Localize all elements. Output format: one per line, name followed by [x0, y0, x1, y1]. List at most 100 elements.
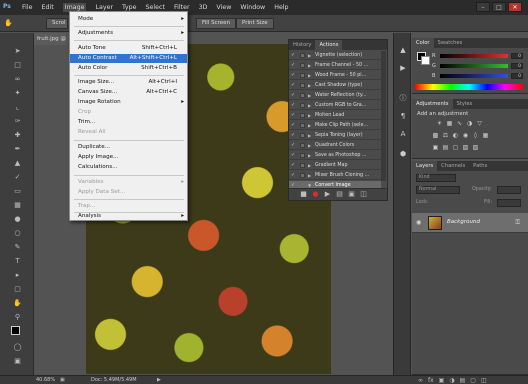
brush-tool-icon[interactable]: ✒	[13, 145, 22, 154]
expand-arrow-icon[interactable]: ▶	[308, 71, 311, 80]
healing-brush-tool-icon[interactable]: ✚	[13, 131, 22, 140]
character-panel-icon[interactable]: A	[398, 129, 408, 139]
dialog-toggle-icon[interactable]	[300, 113, 305, 118]
brush-panel-icon[interactable]: ▲	[398, 45, 408, 55]
tab-swatches[interactable]: Swatches	[434, 38, 467, 48]
action-row[interactable]: ✓ ▶ Vignette (selection)	[289, 51, 381, 60]
stop-icon[interactable]: ■	[299, 190, 308, 199]
new-group-icon[interactable]: ▤	[460, 376, 466, 384]
layer-style-icon[interactable]: fx	[428, 376, 434, 384]
dialog-toggle-icon[interactable]	[300, 93, 305, 98]
red-slider[interactable]	[440, 54, 508, 58]
expand-arrow-icon[interactable]: ▶	[308, 111, 311, 120]
checkmark-icon[interactable]: ✓	[291, 141, 297, 150]
expand-arrow-icon[interactable]: ▶	[308, 101, 311, 110]
tab-styles[interactable]: Styles	[453, 99, 477, 109]
lasso-tool-icon[interactable]: ∞	[13, 75, 22, 84]
tab-adjustments[interactable]: Adjustments	[412, 99, 453, 109]
levels-icon[interactable]: ▦	[446, 121, 453, 127]
paragraph-panel-icon[interactable]: ¶	[398, 111, 408, 121]
action-row[interactable]: ✓ ▶ Frame Channel - 50 ...	[289, 61, 381, 70]
move-tool-icon[interactable]: ➤	[13, 47, 22, 56]
green-slider[interactable]	[440, 64, 508, 68]
background-color-chip[interactable]	[421, 56, 430, 65]
pen-tool-icon[interactable]: ✎	[13, 243, 22, 252]
action-row[interactable]: ✓ ▶ Make Clip Path (sele...	[289, 121, 381, 130]
dialog-toggle-icon[interactable]	[300, 173, 305, 178]
checkmark-icon[interactable]: ✓	[291, 151, 297, 160]
actions-panel-icon[interactable]: ▶	[398, 63, 408, 73]
blur-tool-icon[interactable]: ●	[13, 215, 22, 224]
quick-select-tool-icon[interactable]: ✦	[13, 89, 22, 98]
action-row[interactable]: ✓ ▶ Custom RGB to Gra...	[289, 101, 381, 110]
dialog-toggle-icon[interactable]	[300, 53, 305, 58]
gradient-tool-icon[interactable]: ▦	[13, 201, 22, 210]
foreground-color-swatch[interactable]	[11, 326, 20, 335]
menu-item-auto-tone[interactable]: Auto Tone Shift+Ctrl+L	[70, 44, 187, 53]
delete-layer-icon[interactable]: ◫	[481, 376, 487, 384]
menu-edit[interactable]: Edit	[42, 4, 54, 11]
checkmark-icon[interactable]: ✓	[291, 71, 297, 80]
dialog-toggle-icon[interactable]	[300, 103, 305, 108]
exposure-icon[interactable]: ◑	[466, 121, 473, 127]
fill-field[interactable]	[497, 199, 521, 207]
channel-mixer-icon[interactable]: ◊	[472, 133, 479, 139]
expand-arrow-icon[interactable]: ▶	[308, 51, 311, 60]
dialog-toggle-icon[interactable]	[300, 153, 305, 158]
dialog-toggle-icon[interactable]	[300, 143, 305, 148]
history-brush-tool-icon[interactable]: ✓	[13, 173, 22, 182]
dialog-toggle-icon[interactable]	[300, 133, 305, 138]
menu-file[interactable]: File	[22, 4, 33, 11]
brightness-contrast-icon[interactable]: ☀	[436, 121, 443, 127]
expand-arrow-icon[interactable]: ▶	[308, 121, 311, 130]
expand-arrow-icon[interactable]: ▶	[308, 91, 311, 100]
expand-arrow-icon[interactable]: ▶	[308, 61, 311, 70]
quick-mask-icon[interactable]: ◯	[13, 343, 22, 352]
opacity-field[interactable]	[497, 186, 521, 194]
black-white-icon[interactable]: ◐	[452, 133, 459, 139]
photo-filter-icon[interactable]: ◉	[462, 133, 469, 139]
record-icon[interactable]: ●	[311, 190, 320, 199]
tab-color[interactable]: Color	[412, 38, 434, 48]
checkmark-icon[interactable]: ✓	[291, 51, 297, 60]
layer-kind-filter[interactable]: Kind	[416, 174, 456, 182]
minimize-button[interactable]: –	[476, 2, 490, 12]
path-selection-tool-icon[interactable]: ▸	[13, 271, 22, 280]
status-menu-arrow-icon[interactable]: ▶	[157, 376, 161, 384]
play-icon[interactable]: ▶	[323, 190, 332, 199]
curves-icon[interactable]: ∿	[456, 121, 463, 127]
checkmark-icon[interactable]: ✓	[291, 111, 297, 120]
marquee-tool-icon[interactable]: □	[13, 61, 22, 70]
shape-tool-icon[interactable]: ▢	[13, 285, 22, 294]
fill-screen-button[interactable]: Fill Screen	[196, 18, 237, 29]
menu-filter[interactable]: Filter	[174, 4, 190, 11]
expand-arrow-icon[interactable]: ▶	[308, 131, 311, 140]
dialog-toggle-icon[interactable]	[300, 163, 305, 168]
action-row[interactable]: ✓ ▶ Mixer Brush Cloning ...	[289, 171, 381, 180]
menu-item-image-size[interactable]: Image Size... Alt+Ctrl+I	[70, 78, 187, 87]
tab-layers[interactable]: Layers	[412, 161, 438, 171]
expand-arrow-icon[interactable]: ▶	[308, 81, 311, 90]
menu-item-calculations[interactable]: Calculations...	[70, 163, 187, 172]
dialog-toggle-icon[interactable]	[300, 73, 305, 78]
tab-history[interactable]: History	[289, 40, 315, 50]
eraser-tool-icon[interactable]: ▭	[13, 187, 22, 196]
action-row[interactable]: ✓ ▶ Water Reflection (ty...	[289, 91, 381, 100]
action-row[interactable]: ✓ ▶ Sepia Toning (layer)	[289, 131, 381, 140]
action-row[interactable]: ✓ ▶ Gradient Map	[289, 161, 381, 170]
checkmark-icon[interactable]: ✓	[291, 81, 297, 90]
hue-saturation-icon[interactable]: ▩	[432, 133, 439, 139]
tab-channels[interactable]: Channels	[437, 161, 469, 171]
checkmark-icon[interactable]: ✓	[291, 91, 297, 100]
type-tool-icon[interactable]: T	[13, 257, 22, 266]
blue-value-field[interactable]: 0	[511, 73, 523, 79]
selective-color-icon[interactable]: ▨	[472, 145, 479, 151]
menu-item-apply-image[interactable]: Apply Image...	[70, 153, 187, 162]
scroll-all-windows-checkbox[interactable]: Scrol	[46, 18, 68, 29]
tab-actions[interactable]: Actions	[315, 40, 343, 50]
checkmark-icon[interactable]: ✓	[291, 121, 297, 130]
action-row[interactable]: ✓ ▶ Wood Frame - 50 pi...	[289, 71, 381, 80]
menu-3d[interactable]: 3D	[199, 4, 208, 11]
green-value-field[interactable]: 0	[511, 63, 523, 69]
eye-icon[interactable]: ◉	[416, 219, 421, 226]
